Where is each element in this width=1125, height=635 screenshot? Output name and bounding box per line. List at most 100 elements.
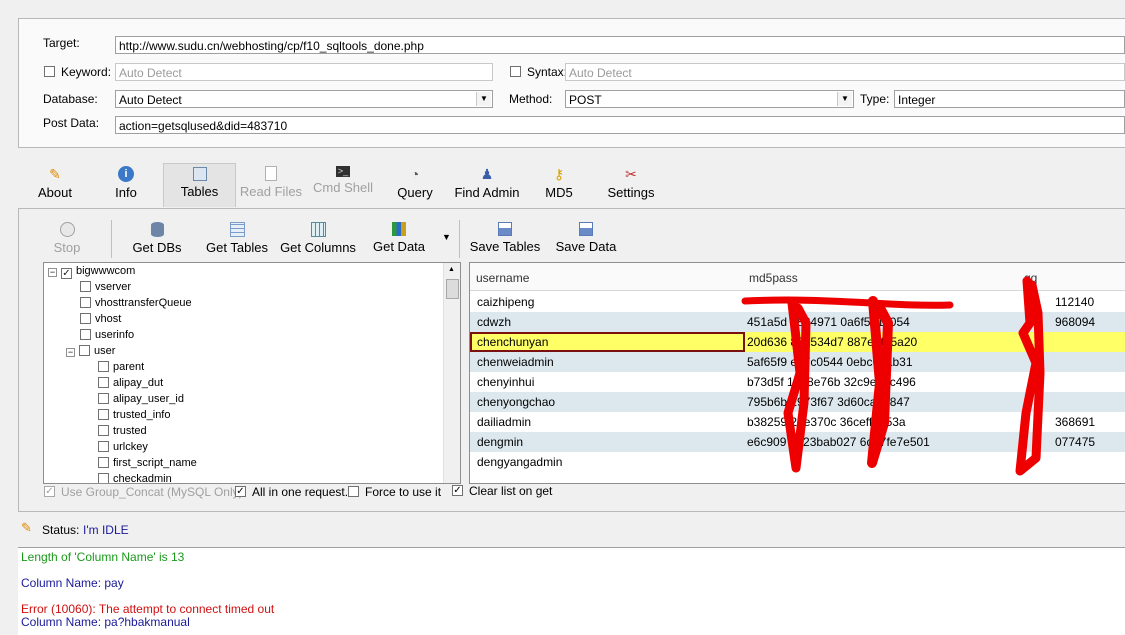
tree-checkbox[interactable] (98, 393, 109, 404)
type-value: Integer (898, 93, 936, 107)
tab-settings-label: Settings (607, 185, 655, 200)
redaction-scribble (741, 276, 1045, 476)
database-select[interactable]: Auto Detect ▼ (115, 90, 493, 108)
tree-checkbox[interactable]: ✓ (61, 268, 72, 279)
tree-node[interactable]: urlckey (98, 439, 148, 455)
target-label: Target: (43, 36, 80, 50)
tab-cmd-shell[interactable]: >_ Cmd Shell (312, 166, 374, 195)
tab-tables[interactable]: Tables (163, 163, 236, 207)
save-data-button[interactable]: Save Data (555, 222, 617, 254)
data-icon (392, 222, 406, 236)
method-select[interactable]: POST ▼ (565, 90, 854, 108)
all-in-one-checkbox[interactable]: ✓ (235, 486, 246, 497)
scroll-up-icon[interactable]: ▲ (445, 263, 458, 277)
chevron-down-icon[interactable]: ▼ (837, 92, 852, 106)
get-columns-label: Get Columns (280, 240, 356, 255)
save-data-label: Save Data (555, 239, 617, 254)
syntax-checkbox[interactable] (510, 66, 521, 77)
tree-node[interactable]: userinfo (80, 327, 134, 343)
redaction-stroke (783, 298, 811, 473)
log-line: Length of 'Column Name' is 13 (21, 550, 185, 564)
tree-checkbox[interactable] (98, 473, 109, 483)
cmd-shell-icon: >_ (336, 166, 350, 177)
status-icon: ✎ (21, 520, 32, 535)
tree-checkbox[interactable] (98, 361, 109, 372)
clear-list-checkbox[interactable]: ✓ (452, 485, 463, 496)
tab-info[interactable]: i Info (108, 166, 144, 200)
tab-cmd-shell-label: Cmd Shell (313, 180, 373, 195)
tree-node[interactable]: checkadmin (98, 471, 172, 483)
data-grid[interactable]: username md5pass qq caizhipeng 112140 cdw… (469, 262, 1125, 484)
tree-node[interactable]: − ✓ bigwwwcom (48, 263, 135, 279)
database-label: Database: (43, 92, 98, 106)
syntax-input[interactable]: Auto Detect (565, 63, 1125, 81)
tab-info-label: Info (115, 185, 137, 200)
tree-checkbox[interactable] (98, 457, 109, 468)
tree-node[interactable]: vhost (80, 311, 121, 327)
save-disk-icon (579, 222, 593, 236)
toolbar-divider (111, 220, 112, 258)
force-use-checkbox[interactable] (348, 486, 359, 497)
save-tables-button[interactable]: Save Tables (469, 222, 541, 254)
get-tables-label: Get Tables (206, 240, 268, 255)
tree-node[interactable]: − user (66, 343, 115, 359)
tree-node[interactable]: parent (98, 359, 144, 375)
tab-md5[interactable]: ⚷ MD5 (541, 166, 577, 200)
target-input[interactable]: http://www.sudu.cn/webhosting/cp/f10_sql… (115, 36, 1125, 54)
tab-query[interactable]: ◔ Query (395, 166, 435, 200)
tree-checkbox[interactable] (80, 297, 91, 308)
tree-node[interactable]: vhosttransferQueue (80, 295, 192, 311)
tree-scrollbar[interactable]: ▲ (443, 263, 460, 483)
collapse-icon[interactable]: − (66, 348, 75, 357)
tab-read-files[interactable]: Read Files (239, 166, 303, 199)
type-select[interactable]: Integer (894, 90, 1125, 108)
database-tree[interactable]: − ✓ bigwwwcom vserver vhosttransferQueue v… (43, 262, 461, 484)
redaction-stroke (867, 296, 893, 468)
collapse-icon[interactable]: − (48, 268, 57, 277)
tab-about[interactable]: ✎ About (33, 166, 77, 200)
tab-settings[interactable]: ✂ Settings (605, 166, 657, 200)
database-value: Auto Detect (119, 93, 182, 107)
query-icon: ◔ (410, 166, 420, 182)
tab-query-label: Query (397, 185, 433, 200)
keyword-input[interactable]: Auto Detect (115, 63, 493, 81)
save-tables-label: Save Tables (469, 239, 541, 254)
get-data-button[interactable]: Get Data (372, 222, 426, 254)
about-icon: ✎ (49, 166, 61, 182)
tree-checkbox[interactable] (98, 425, 109, 436)
tree-node[interactable]: alipay_dut (98, 375, 163, 391)
tree-checkbox[interactable] (80, 329, 91, 340)
status-label: Status: (42, 523, 80, 537)
get-columns-button[interactable]: Get Columns (280, 222, 356, 255)
group-concat-checkbox[interactable]: ✓ (44, 486, 55, 497)
tree-node[interactable]: trusted_info (98, 407, 170, 423)
get-data-dropdown-icon[interactable]: ▼ (442, 232, 451, 242)
tree-node[interactable]: first_script_name (98, 455, 197, 471)
stop-button[interactable]: Stop (50, 222, 84, 255)
tree-checkbox[interactable] (98, 409, 109, 420)
tables-icon (192, 167, 207, 181)
log-output[interactable]: Length of 'Column Name' is 13 Column Nam… (18, 547, 1125, 635)
tree-checkbox[interactable] (98, 377, 109, 388)
log-line: Column Name: pa?hbakmanual (21, 615, 190, 629)
md5-icon: ⚷ (553, 166, 565, 182)
tree-node[interactable]: trusted (98, 423, 147, 439)
redaction-stroke (741, 296, 954, 309)
get-tables-button[interactable]: Get Tables (205, 222, 269, 255)
get-dbs-button[interactable]: Get DBs (131, 222, 183, 255)
tree-checkbox[interactable] (98, 441, 109, 452)
tab-md5-label: MD5 (545, 185, 573, 200)
tree-checkbox[interactable] (80, 281, 91, 292)
get-dbs-label: Get DBs (132, 240, 182, 255)
tree-checkbox[interactable] (80, 313, 91, 324)
tree-checkbox[interactable] (79, 345, 90, 356)
keyword-checkbox[interactable] (44, 66, 55, 77)
tree-node[interactable]: vserver (80, 279, 131, 295)
tab-find-admin[interactable]: ♟ Find Admin (452, 166, 522, 200)
status-value: I'm IDLE (83, 523, 129, 537)
chevron-down-icon[interactable]: ▼ (476, 92, 491, 106)
postdata-input[interactable]: action=getsqlused&did=483710 (115, 116, 1125, 134)
scrollbar-thumb[interactable] (446, 279, 459, 299)
tree-node[interactable]: alipay_user_id (98, 391, 184, 407)
save-disk-icon (498, 222, 512, 236)
